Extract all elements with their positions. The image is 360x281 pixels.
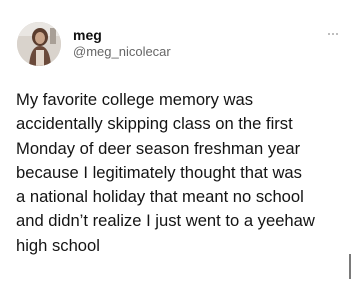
tweet-text: My favorite college memory was accidenta… [16,88,351,258]
user-handle[interactable]: @meg_nicolecar [73,44,171,60]
tweet-card: meg @meg_nicolecar My favorite college m… [0,0,360,281]
avatar-photo [17,22,61,66]
more-horizontal-icon[interactable] [322,28,344,40]
tweet-text-line: because I legitimately thought that was [16,162,302,182]
tweet-text-line: Monday of deer season freshman year [16,138,301,158]
tweet-text-line: a national holiday that meant no school [16,187,304,207]
display-name[interactable]: meg [73,27,102,43]
tweet-text-line: and didn’t realize I just went to a yeeh… [16,211,315,231]
avatar[interactable] [17,22,61,66]
text-cursor [349,254,351,279]
tweet-text-line: accidentally skipping class on the first [16,114,293,134]
tweet-text-line: high school [16,235,100,255]
tweet-text-line: My favorite college memory was [16,90,253,109]
